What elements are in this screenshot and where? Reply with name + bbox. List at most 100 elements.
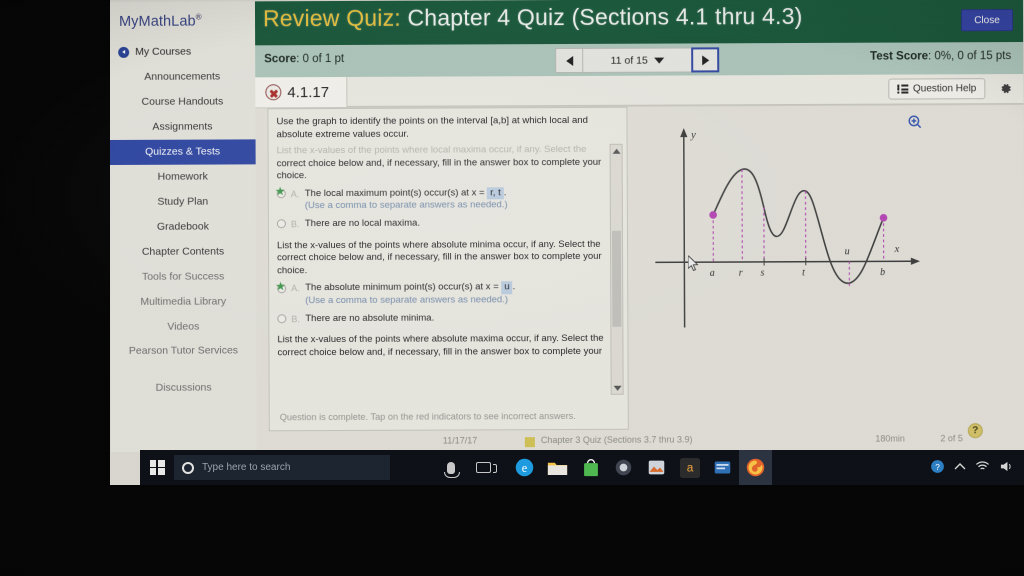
chevron-down-icon: [613, 385, 622, 391]
question-scroll-area[interactable]: List the x-values of the points where lo…: [273, 144, 624, 397]
score-text: Score: 0 of 1 pt: [264, 53, 344, 65]
chevron-up-icon: [612, 148, 621, 154]
sidebar-item-label: Discussions: [155, 381, 212, 394]
question-help-label: Question Help: [912, 83, 977, 95]
sidebar-item-label: Study Plan: [157, 195, 209, 208]
radio-button[interactable]: [276, 219, 286, 229]
sidebar-item-quizzes-and-tests[interactable]: Quizzes & Tests: [110, 139, 256, 165]
scroll-down-button[interactable]: [612, 382, 623, 394]
close-button[interactable]: Close: [960, 9, 1014, 32]
choice-row[interactable]: B. There are no local maxima.: [276, 217, 613, 231]
radio-button[interactable]: [277, 314, 287, 324]
test-score-text: Test Score: 0%, 0 of 15 pts: [870, 50, 1011, 63]
edge-icon[interactable]: e: [508, 450, 541, 485]
radio-button[interactable]: ★: [275, 279, 287, 293]
sidebar-item-assignments[interactable]: Assignments: [110, 114, 256, 140]
page-title-lead: Review Quiz:: [262, 4, 401, 32]
chevron-up-icon[interactable]: [954, 462, 966, 474]
triangle-left-icon: [565, 55, 573, 66]
score-bar: Score: 0 of 1 pt 11 of 15 Test Score: 0%…: [255, 42, 1024, 78]
question-selector-dropdown[interactable]: 11 of 15: [583, 47, 692, 73]
assignment-title[interactable]: Chapter 3 Quiz (Sections 3.7 thru 3.9): [541, 434, 693, 445]
tick-label-a: a: [710, 268, 715, 279]
sidebar-item-homework[interactable]: Homework: [110, 164, 256, 190]
sidebar-item-discussions[interactable]: Discussions: [111, 375, 257, 401]
green-star-icon: ★: [275, 279, 286, 294]
assignment-strip: 11/17/17 Chapter 3 Quiz (Sections 3.7 th…: [257, 432, 1024, 451]
scrollbar-thumb[interactable]: [611, 230, 622, 327]
sidebar-item-label: Assignments: [152, 120, 213, 133]
choice-text-before: The local maximum point(s) occur(s) at x…: [304, 187, 485, 199]
part-2-choices: ★ A. The absolute minimum point(s) occur…: [273, 279, 623, 325]
quiz-title-bar: Review Quiz: Chapter 4 Quiz (Sections 4.…: [254, 0, 1024, 46]
test-score-label: Test Score: [870, 50, 929, 63]
firefox-icon[interactable]: [739, 450, 772, 485]
question-number: 4.1.17: [287, 83, 330, 101]
sidebar-item-my-courses[interactable]: My Courses: [110, 39, 255, 65]
scroll-up-button[interactable]: [611, 145, 622, 157]
choice-letter: A.: [290, 188, 300, 199]
sidebar-item-tools-for-success[interactable]: Tools for Success: [110, 264, 256, 290]
sidebar-item-pearson-tutor-services[interactable]: Pearson Tutor Services: [110, 339, 256, 376]
photos-icon[interactable]: [640, 450, 673, 485]
function-curve: [712, 168, 885, 284]
part-1-choices: ★ A. The local maximum point(s) occur(s)…: [273, 185, 623, 231]
assignment-progress: 2 of 5: [940, 433, 963, 444]
brand-text: MyMathLab: [118, 13, 196, 30]
tick-label-s: s: [760, 267, 764, 278]
radio-button[interactable]: ★: [275, 185, 286, 199]
taskbar-app-icons: e a: [508, 450, 772, 485]
file-explorer-icon[interactable]: [541, 450, 574, 485]
start-button[interactable]: [140, 450, 174, 485]
amazon-icon[interactable]: a: [673, 450, 706, 485]
sidebar-item-chapter-contents[interactable]: Chapter Contents: [110, 239, 256, 265]
y-axis-label: y: [690, 129, 696, 141]
endpoint-b: [879, 214, 888, 222]
tick-label-r: r: [739, 268, 743, 279]
sidebar-item-course-handouts[interactable]: Course Handouts: [110, 89, 255, 115]
question-pager: 11 of 15: [555, 47, 720, 74]
sidebar-item-label: Announcements: [144, 70, 221, 83]
tick-label-b: b: [880, 267, 885, 278]
search-input[interactable]: Type here to search: [174, 455, 390, 480]
assignment-date: 11/17/17: [442, 435, 478, 446]
red-x-incorrect-icon[interactable]: [265, 84, 282, 101]
gear-icon[interactable]: [996, 80, 1013, 97]
mymathlab-logo: MyMathLab®: [110, 1, 255, 39]
part-1-instruction: correct choice below and, if necessary, …: [276, 156, 602, 182]
choice-row[interactable]: B. There are no absolute minima.: [277, 311, 613, 325]
answer-input-a1[interactable]: r, t: [487, 187, 504, 200]
question-help-button[interactable]: Question Help: [887, 78, 986, 100]
microphone-icon[interactable]: [434, 450, 467, 485]
page-title: Review Quiz: Chapter 4 Quiz (Sections 4.…: [263, 3, 803, 32]
sidebar-item-label: Multimedia Library: [140, 295, 227, 308]
x-axis-label: x: [894, 243, 900, 255]
wifi-icon[interactable]: [975, 460, 990, 475]
task-view-icon[interactable]: [467, 450, 500, 485]
help-circle-icon[interactable]: ?: [930, 459, 945, 477]
question-scrollbar[interactable]: [609, 143, 624, 395]
question-status-text: Question is complete. Tap on the red ind…: [279, 410, 576, 423]
brand-registered-mark: ®: [195, 12, 202, 22]
choice-row[interactable]: ★ A. The local maximum point(s) occur(s)…: [275, 185, 613, 214]
sidebar-item-multimedia-library[interactable]: Multimedia Library: [110, 289, 256, 315]
app-dark-icon[interactable]: [607, 450, 640, 485]
microsoft-store-icon[interactable]: [574, 450, 607, 485]
sidebar-item-label: Chapter Contents: [141, 245, 225, 258]
sidebar-item-announcements[interactable]: Announcements: [110, 64, 255, 90]
choice-letter: B.: [290, 219, 300, 230]
sidebar-item-videos[interactable]: Videos: [110, 314, 256, 340]
speaker-icon[interactable]: [999, 460, 1014, 476]
sidebar-item-study-plan[interactable]: Study Plan: [110, 189, 256, 215]
question-number-tab: 4.1.17: [255, 76, 348, 108]
question-index-label: 11 of 15: [610, 54, 648, 67]
next-question-button[interactable]: [691, 47, 720, 73]
sidebar-item-label: Tools for Success: [141, 270, 225, 283]
app-blue-icon[interactable]: [706, 450, 739, 485]
choice-row[interactable]: ★ A. The absolute minimum point(s) occur…: [275, 279, 613, 308]
triangle-right-icon: [701, 54, 709, 65]
sidebar-item-label: Pearson Tutor Services: [128, 344, 239, 357]
answer-input-b1[interactable]: u: [501, 281, 513, 295]
previous-question-button[interactable]: [555, 47, 584, 74]
sidebar-item-gradebook[interactable]: Gradebook: [110, 214, 256, 240]
